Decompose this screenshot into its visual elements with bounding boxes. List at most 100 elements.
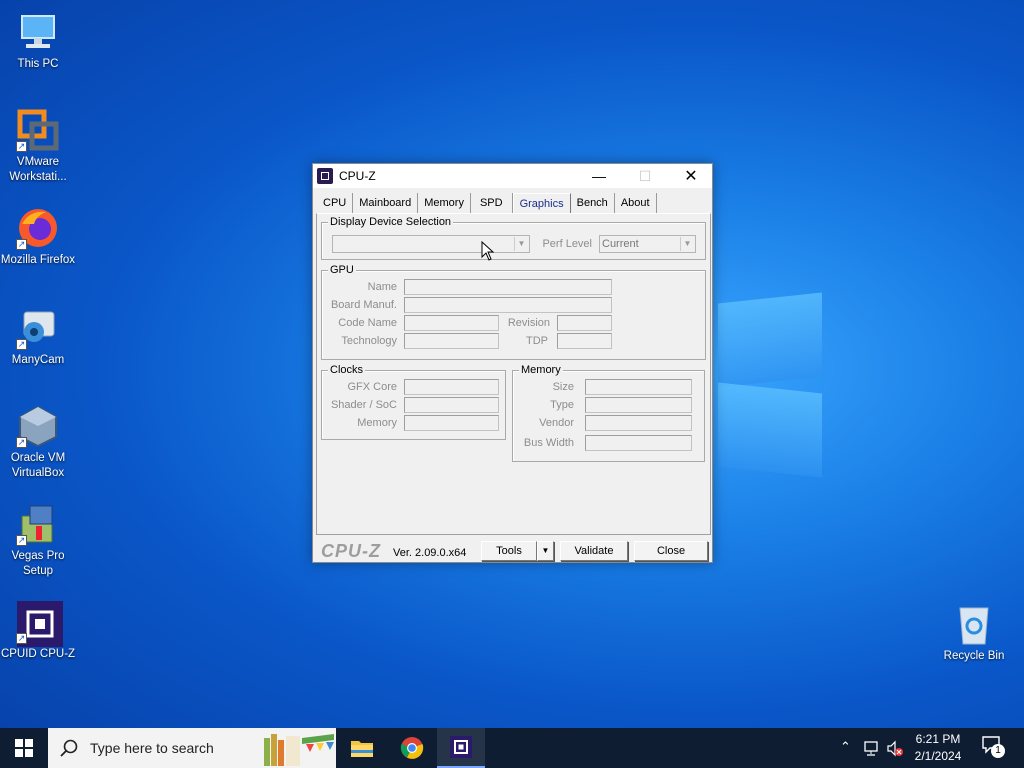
- shortcut-arrow-icon: ↗: [16, 535, 27, 546]
- close-button[interactable]: Close: [634, 541, 708, 561]
- maximize-button[interactable]: ☐: [622, 164, 668, 188]
- code-name-field: [404, 315, 499, 331]
- taskbar-file-explorer[interactable]: [338, 728, 386, 768]
- shortcut-arrow-icon: ↗: [16, 141, 27, 152]
- chevron-down-icon: ▼: [514, 237, 528, 251]
- chevron-down-icon: ▼: [541, 546, 550, 555]
- desktop-icon-label: Vegas Pro Setup: [11, 550, 65, 577]
- bus-width-label: Bus Width: [523, 437, 574, 449]
- network-icon[interactable]: [862, 741, 880, 757]
- installer-icon: ↗: [16, 502, 60, 546]
- desktop-icon-label: This PC: [17, 58, 59, 70]
- maximize-icon: ☐: [638, 167, 652, 184]
- taskbar-chrome[interactable]: [388, 728, 436, 768]
- chrome-icon: [400, 737, 424, 759]
- desktop-icon-firefox[interactable]: ↗ Mozilla Firefox: [0, 206, 76, 268]
- desktop-icon-vmware[interactable]: ↗ VMware Workstati...: [0, 108, 76, 185]
- memory-vendor-field: [585, 415, 692, 431]
- taskbar: Type here to search ⌃ 6:21 PM 2/1/2024 1: [0, 728, 1024, 768]
- desktop-icon-vegas-pro[interactable]: ↗ Vegas Pro Setup: [0, 502, 76, 579]
- close-icon: ✕: [684, 168, 698, 185]
- revision-label: Revision: [507, 317, 550, 329]
- cpuz-icon: [450, 736, 472, 758]
- tab-about[interactable]: About: [615, 193, 657, 213]
- desktop-icon-this-pc[interactable]: This PC: [0, 10, 76, 72]
- search-highlight-illustration: [264, 734, 334, 766]
- windows-logo-wallpaper: [708, 290, 824, 480]
- notification-center-button[interactable]: 1: [982, 736, 1005, 758]
- tools-dropdown-button[interactable]: ▼: [537, 541, 554, 561]
- show-hidden-icons-chevron-up-icon[interactable]: ⌃: [840, 739, 851, 755]
- perf-level-dropdown[interactable]: Current ▼: [599, 235, 696, 253]
- tools-button[interactable]: Tools: [481, 541, 537, 561]
- close-window-button[interactable]: ✕: [668, 164, 714, 188]
- perf-level-value: Current: [602, 238, 639, 250]
- minimize-icon: —: [592, 168, 606, 184]
- tdp-label: TDP: [526, 335, 548, 347]
- desktop-icon-label: VMware Workstati...: [9, 156, 67, 183]
- taskbar-search-box[interactable]: Type here to search: [48, 728, 336, 768]
- memory-size-label: Size: [552, 381, 574, 393]
- clocks-group: Clocks GFX Core Shader / SoC Memory: [321, 364, 506, 440]
- desktop-icon-label: Mozilla Firefox: [0, 254, 76, 266]
- window-title: CPU-Z: [339, 169, 376, 183]
- memory-vendor-label: Vendor: [539, 417, 574, 429]
- computer-icon: [16, 10, 60, 54]
- desktop-icon-label: ManyCam: [11, 354, 65, 366]
- tab-mainboard[interactable]: Mainboard: [353, 193, 419, 213]
- perf-level-label: Perf Level: [542, 238, 592, 250]
- clock-memory-field: [404, 415, 499, 431]
- cpuz-icon: ↗: [16, 600, 63, 647]
- desktop-icon-virtualbox[interactable]: ↗ Oracle VM VirtualBox: [0, 404, 76, 481]
- tab-bench[interactable]: Bench: [571, 193, 615, 213]
- revision-field: [557, 315, 612, 331]
- clock-date: 2/1/2024: [914, 749, 962, 763]
- tab-memory[interactable]: Memory: [418, 193, 471, 213]
- taskbar-clock[interactable]: 6:21 PM 2/1/2024: [906, 731, 970, 765]
- notification-count-badge: 1: [991, 744, 1005, 758]
- display-device-legend: Display Device Selection: [328, 216, 454, 228]
- memory-type-field: [585, 397, 692, 413]
- taskbar-cpuz[interactable]: [437, 728, 485, 768]
- memory-group: Memory Size Type Vendor Bus Width: [512, 364, 705, 462]
- board-manuf-field: [404, 297, 612, 313]
- desktop-icon-recycle-bin[interactable]: Recycle Bin: [936, 602, 1012, 664]
- memory-size-field: [585, 379, 692, 395]
- tab-spd[interactable]: SPD: [471, 193, 513, 213]
- start-button[interactable]: [0, 728, 48, 768]
- title-bar[interactable]: CPU-Z — ☐ ✕: [313, 164, 712, 188]
- shortcut-arrow-icon: ↗: [16, 339, 27, 350]
- volume-muted-icon[interactable]: [886, 740, 904, 758]
- memory-type-label: Type: [550, 399, 574, 411]
- gfx-core-field: [404, 379, 499, 395]
- cpuz-app-icon: [317, 168, 333, 184]
- shader-soc-label: Shader / SoC: [330, 399, 397, 411]
- display-device-group: Display Device Selection ▼ Perf Level Cu…: [321, 216, 706, 260]
- cpuz-window: CPU-Z — ☐ ✕ CPU Mainboard Memory SPD Gra…: [312, 163, 713, 563]
- validate-button[interactable]: Validate: [560, 541, 628, 561]
- tab-cpu[interactable]: CPU: [317, 193, 354, 213]
- virtualbox-icon: ↗: [16, 404, 60, 448]
- tdp-field: [557, 333, 612, 349]
- minimize-button[interactable]: —: [576, 164, 622, 188]
- desktop-icon-manycam[interactable]: ↗ ManyCam: [0, 306, 76, 368]
- cpuz-brand-logo: CPU-Z: [321, 541, 381, 561]
- display-device-dropdown[interactable]: ▼: [332, 235, 530, 253]
- clocks-legend: Clocks: [328, 364, 366, 376]
- window-footer: CPU-Z Ver. 2.09.0.x64 Tools ▼ Validate C…: [313, 538, 712, 562]
- clock-time: 6:21 PM: [915, 732, 961, 746]
- version-text: Ver. 2.09.0.x64: [393, 547, 467, 559]
- folder-icon: [351, 741, 373, 757]
- tab-graphics[interactable]: Graphics: [512, 193, 571, 213]
- tab-bar: CPU Mainboard Memory SPD Graphics Bench …: [317, 193, 657, 213]
- firefox-icon: ↗: [16, 206, 60, 250]
- board-manuf-label: Board Manuf.: [330, 299, 397, 311]
- shortcut-arrow-icon: ↗: [16, 633, 27, 644]
- technology-label: Technology: [341, 335, 397, 347]
- clock-memory-label: Memory: [357, 417, 397, 429]
- desktop-icon-cpuz[interactable]: ↗ CPUID CPU-Z: [0, 600, 76, 662]
- bus-width-field: [585, 435, 692, 451]
- gpu-group: GPU Name Board Manuf. Code Name Revision…: [321, 264, 706, 360]
- shortcut-arrow-icon: ↗: [16, 437, 27, 448]
- desktop-icon-label: Oracle VM VirtualBox: [10, 452, 66, 479]
